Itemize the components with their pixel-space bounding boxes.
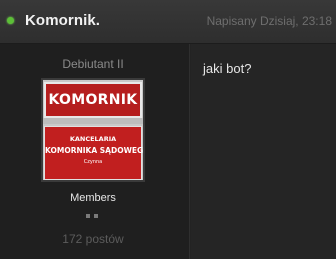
post-body: jaki bot? <box>191 44 336 259</box>
avatar-sign-line-3: Czynna <box>83 159 103 165</box>
avatar-sign-bottom: KANCELARIA KOMORNIKA SĄDOWEGO Czynna <box>44 126 145 180</box>
post-header: Komornik. Napisany Dzisiaj, 23:18 <box>0 0 336 44</box>
member-rank: Debiutant II <box>62 57 124 71</box>
post-content: jaki bot? <box>203 61 252 76</box>
avatar-sign-line-1: KANCELARIA <box>69 135 117 143</box>
post-count: 172 postów <box>62 232 124 246</box>
author-info-panel: Debiutant II KOMORNIK KANCELARIA KOMORNI… <box>0 44 190 259</box>
avatar-sign-top: KOMORNIK <box>44 82 142 118</box>
avatar-sign-line-2: KOMORNIKA SĄDOWEGO <box>45 146 145 155</box>
post-date[interactable]: Napisany Dzisiaj, 23:18 <box>207 14 332 28</box>
avatar[interactable]: KOMORNIK KANCELARIA KOMORNIKA SĄDOWEGO C… <box>41 78 145 182</box>
avatar-sign-gap <box>43 118 143 124</box>
rank-pip <box>94 214 98 218</box>
author-username[interactable]: Komornik. <box>25 12 100 29</box>
rank-pip <box>86 214 90 218</box>
avatar-sign-title: KOMORNIK <box>48 92 138 108</box>
rank-pips-icon <box>86 214 102 219</box>
online-indicator-icon <box>7 17 14 24</box>
member-group: Members <box>70 192 116 204</box>
